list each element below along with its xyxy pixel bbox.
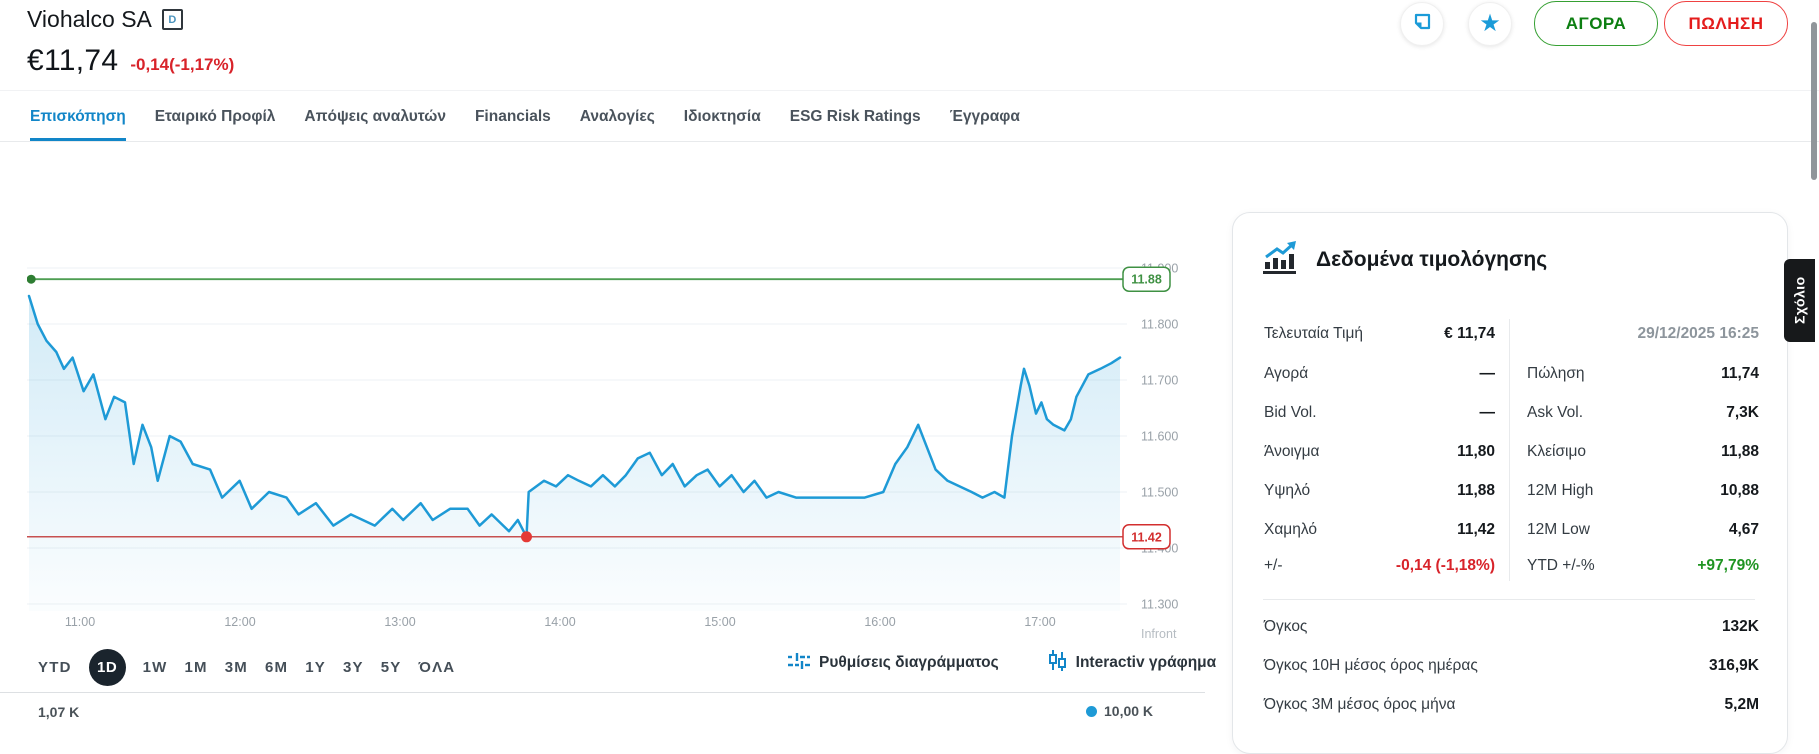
range-1d[interactable]: 1D <box>89 649 126 686</box>
tab-esg-risk-ratings[interactable]: ESG Risk Ratings <box>790 96 921 141</box>
favorite-button[interactable]: ★ <box>1468 2 1512 46</box>
sell-button[interactable]: ΠΩΛΗΣΗ <box>1664 1 1788 46</box>
interactive-chart-button[interactable]: Interactiv γράφημα <box>1049 650 1217 676</box>
row-value: 11,88 <box>1325 482 1495 500</box>
price-badge-label: 11.42 <box>1131 530 1162 544</box>
market-flag-badge: D <box>162 9 183 30</box>
share-button[interactable] <box>1400 2 1444 46</box>
row-label: Υψηλό <box>1264 482 1310 500</box>
row-label: Bid Vol. <box>1264 404 1317 422</box>
share-icon <box>1412 11 1433 37</box>
y-axis-label: 11.800 <box>1141 318 1178 332</box>
tab-εταιρικό-προφίλ[interactable]: Εταιρικό Προφίλ <box>155 96 276 141</box>
high-marker-dot <box>27 275 36 284</box>
scrollbar-thumb[interactable] <box>1811 22 1817 180</box>
range-selector: YTD 1D 1W 1M 3M 6M 1Y 3Y 5Y ΌΛΑ <box>38 648 455 686</box>
row-value: 11,42 <box>1325 521 1495 539</box>
area-fill <box>29 296 1120 611</box>
pricing-panel-header: Δεδομένα τιμολόγησης <box>1263 241 1547 279</box>
range-1m[interactable]: 1M <box>185 659 208 676</box>
row-value: +97,79% <box>1559 557 1759 575</box>
tabs-bar: Επισκόπηση Εταιρικό Προφίλ Απόψεις αναλυτώ… <box>0 96 1819 142</box>
price-row: €11,74 -0,14(-1,17%) <box>27 44 234 78</box>
range-ytd[interactable]: YTD <box>38 659 72 676</box>
y-axis-label: 11.700 <box>1141 374 1178 388</box>
x-axis-label: 13:00 <box>384 615 415 629</box>
sliders-icon <box>788 652 810 675</box>
last-price: €11,74 <box>27 44 118 78</box>
x-axis-label: 17:00 <box>1024 615 1055 629</box>
x-axis-label: 14:00 <box>544 615 575 629</box>
interactive-chart-label: Interactiv γράφημα <box>1076 654 1217 672</box>
y-axis-label: 11.500 <box>1141 486 1178 500</box>
range-5y[interactable]: 5Y <box>381 659 402 676</box>
row-value: € 11,74 <box>1325 325 1495 343</box>
x-axis-label: 11:00 <box>65 615 95 629</box>
row-value: 29/12/2025 16:25 <box>1559 325 1759 343</box>
pricing-data-panel: Δεδομένα τιμολόγησης Τελευταία Τιμή€ 11,… <box>1232 212 1788 754</box>
range-3m[interactable]: 3M <box>225 659 248 676</box>
x-axis-label: 16:00 <box>864 615 895 629</box>
range-όλα[interactable]: ΌΛΑ <box>419 659 456 676</box>
volume-row-value: 5,2M <box>1559 696 1759 714</box>
volume-row-label: Όγκος 10Η μέσος όρος ημέρας <box>1264 657 1478 675</box>
page-title: Viohalco SA <box>27 6 152 33</box>
header-divider <box>0 90 1819 91</box>
row-value: 7,3K <box>1559 404 1759 422</box>
row-value: 11,88 <box>1559 443 1759 461</box>
row-value: — <box>1325 365 1495 383</box>
chart-tools: Ρυθμίσεις διαγράμματος Interactiv γράφημ… <box>788 650 1216 676</box>
range-6m[interactable]: 6M <box>265 659 288 676</box>
row-value: 11,74 <box>1559 365 1759 383</box>
y-axis-label: 11.300 <box>1141 598 1178 612</box>
volume-row-value: 132K <box>1559 618 1759 636</box>
chart-settings-label: Ρυθμίσεις διαγράμματος <box>819 654 999 672</box>
row-value: — <box>1325 404 1495 422</box>
column-divider <box>1509 319 1510 581</box>
price-legend-clipped: 10,00 K <box>1086 703 1153 719</box>
tab-αναλογίες[interactable]: Αναλογίες <box>580 96 655 141</box>
chart-settings-button[interactable]: Ρυθμίσεις διαγράμματος <box>788 652 999 675</box>
volume-row-value: 316,9K <box>1559 657 1759 675</box>
price-chart[interactable]: 11.90011.80011.70011.60011.50011.40011.3… <box>27 225 1205 649</box>
x-axis-label: 15:00 <box>704 615 735 629</box>
comment-side-tab[interactable]: Σχόλιο <box>1784 259 1815 342</box>
row-value: 11,80 <box>1325 443 1495 461</box>
row-label: Αγορά <box>1264 365 1308 383</box>
legend-dot-icon <box>1086 706 1097 717</box>
bar-chart-icon <box>1263 241 1300 279</box>
row-label: Χαμηλό <box>1264 521 1317 539</box>
volume-legend-clipped: 1,07 K <box>38 704 79 720</box>
tab-ιδιοκτησία[interactable]: Ιδιοκτησία <box>684 96 761 141</box>
infront-watermark: Infront <box>1141 627 1177 641</box>
range-1w[interactable]: 1W <box>143 659 168 676</box>
volume-section-divider <box>1263 599 1755 600</box>
volume-row-label: Όγκος <box>1264 618 1307 636</box>
y-axis-label: 11.600 <box>1141 430 1178 444</box>
volume-row-label: Όγκος 3Μ μέσος όρος μήνα <box>1264 696 1455 714</box>
range-3y[interactable]: 3Y <box>343 659 364 676</box>
row-value: -0,14 (-1,18%) <box>1325 557 1495 575</box>
buy-button[interactable]: ΑΓΟΡΑ <box>1534 1 1658 46</box>
star-icon: ★ <box>1479 12 1501 36</box>
tab-επισκόπηση[interactable]: Επισκόπηση <box>30 96 126 141</box>
low-marker-dot <box>521 531 532 542</box>
price-badge-label: 11.88 <box>1131 273 1162 287</box>
header-title-row: Viohalco SA D <box>27 6 183 33</box>
tab-έγγραφα[interactable]: Έγγραφα <box>950 96 1020 141</box>
range-1y[interactable]: 1Y <box>305 659 326 676</box>
row-value: 10,88 <box>1559 482 1759 500</box>
row-value: 4,67 <box>1559 521 1759 539</box>
tab-απόψεις-αναλυτών[interactable]: Απόψεις αναλυτών <box>304 96 446 141</box>
pricing-panel-title: Δεδομένα τιμολόγησης <box>1316 248 1547 272</box>
tab-financials[interactable]: Financials <box>475 96 551 141</box>
price-change: -0,14(-1,17%) <box>130 55 234 75</box>
x-axis-label: 12:00 <box>224 615 255 629</box>
candlestick-icon <box>1049 650 1067 676</box>
row-label: Άνοιγμα <box>1264 443 1320 461</box>
row-label: +/- <box>1264 557 1283 575</box>
chart-bottom-divider <box>0 692 1205 693</box>
